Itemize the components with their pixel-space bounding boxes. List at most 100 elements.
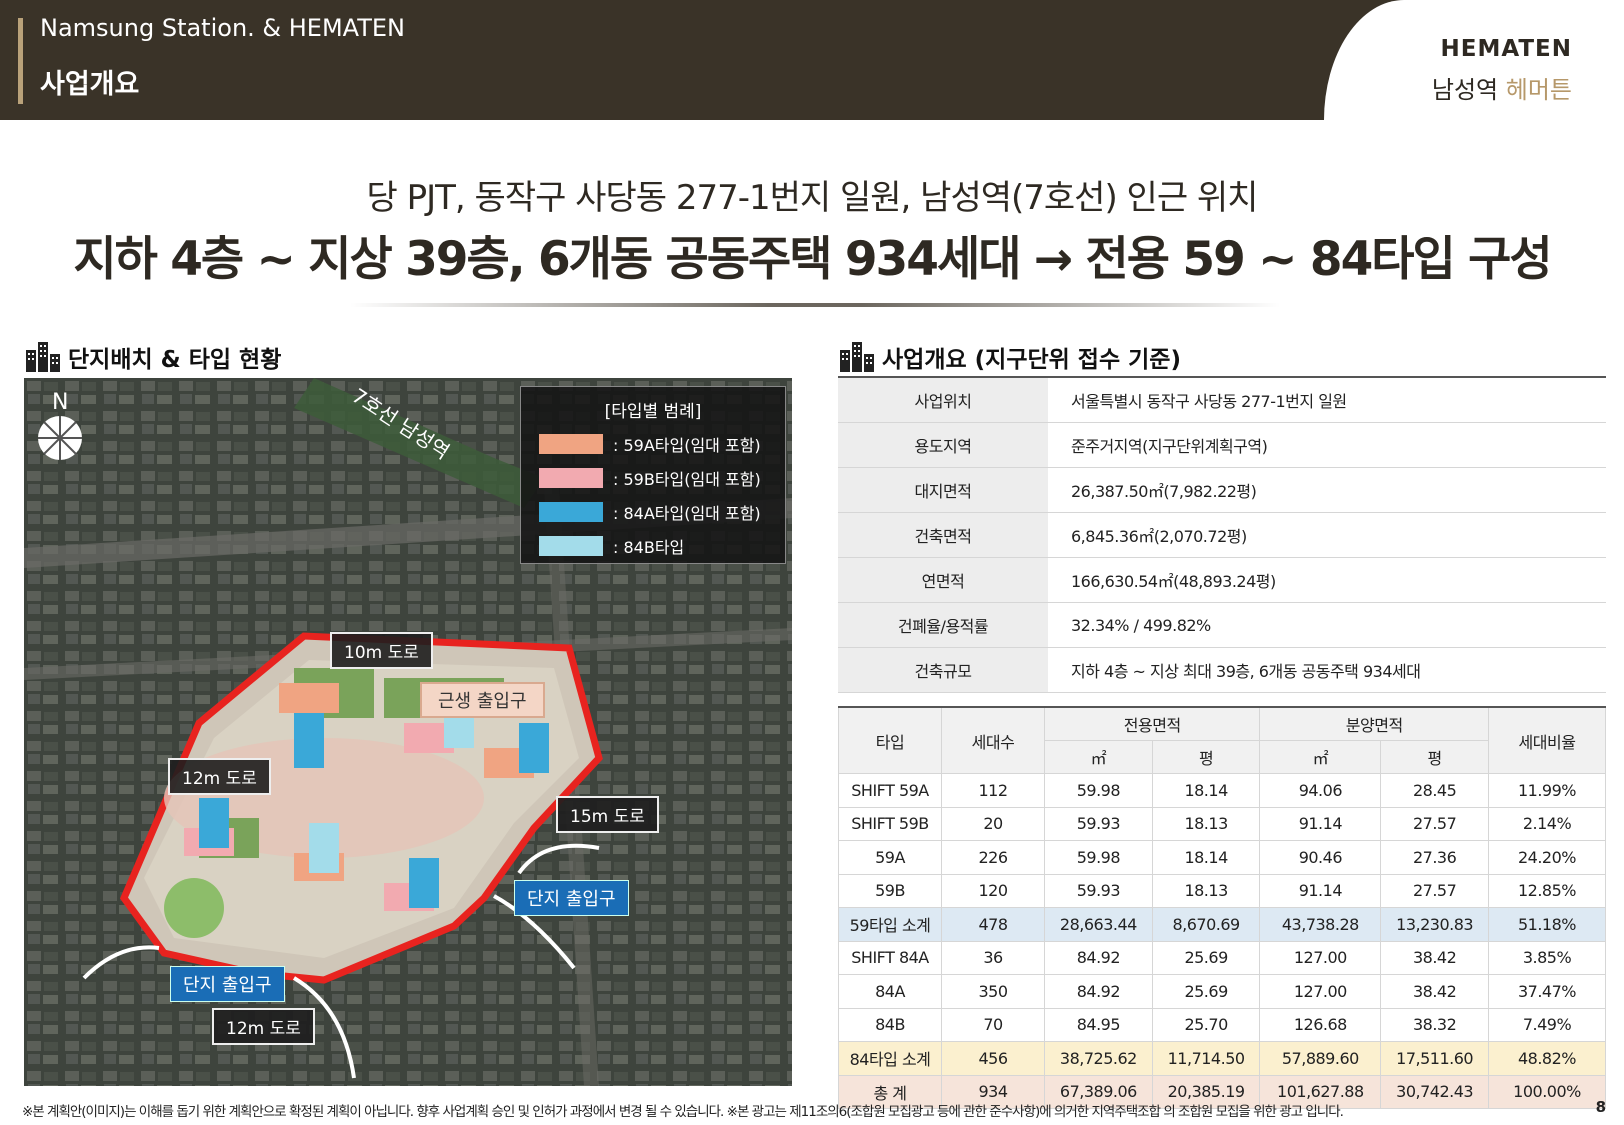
table-cell: 36 — [941, 940, 1045, 975]
table-cell: 350 — [941, 974, 1045, 1009]
overview-key: 연면적 — [838, 557, 1049, 603]
brand-station: 남성역 — [1431, 76, 1499, 104]
unit-type-table: 타입 세대수 전용면적 분양면적 세대비율 ㎡ 평 ㎡ 평 SHIFT 59A 1… — [838, 706, 1606, 1109]
headline-location: 당 PJT, 동작구 사당동 277-1번지 일원, 남성역(7호선) 인근 위… — [366, 178, 1259, 218]
complex-entrance-label-east: 단지 출입구 — [514, 880, 629, 916]
table-cell: 94.06 — [1259, 773, 1382, 808]
overview-key: 용도지역 — [838, 422, 1049, 468]
section-title-overview: 사업개요 (지구단위 접수 기준) — [840, 340, 1181, 374]
overview-value: 서울특별시 동작구 사당동 277-1번지 일원 — [1048, 376, 1606, 423]
legend-item-84b: : 84B타입 — [539, 534, 785, 558]
table-cell: 11,714.50 — [1151, 1041, 1261, 1076]
overview-value: 6,845.36㎡(2,070.72평) — [1048, 512, 1606, 558]
headline-scale: 지하 4층 ~ 지상 39층, 6개동 공동주택 934세대 → 전용 59 ~… — [73, 232, 1552, 287]
table-cell: 127.00 — [1259, 940, 1382, 975]
col-exclusive-m2: ㎡ — [1044, 740, 1153, 774]
legend-label: : 59A타입(임대 포함) — [613, 436, 761, 455]
header-subtitle: Namsung Station. & HEMATEN — [40, 14, 406, 42]
table-cell: 91.14 — [1259, 873, 1382, 908]
table-cell: 12.85% — [1488, 873, 1606, 908]
overview-value: 26,387.50㎡(7,982.22평) — [1048, 467, 1606, 513]
page-number: 8 — [1595, 1098, 1606, 1116]
table-cell: 38.42 — [1380, 940, 1489, 975]
table-cell: 84.92 — [1044, 940, 1153, 975]
table-cell: 84.92 — [1044, 974, 1153, 1009]
overview-key: 건축규모 — [838, 647, 1049, 693]
table-cell: 8,670.69 — [1151, 907, 1261, 942]
brand-logo-ko: 남성역 헤머튼 — [1432, 70, 1572, 105]
header-title: 사업개요 — [40, 69, 140, 100]
table-cell: 25.70 — [1151, 1007, 1261, 1042]
table-cell: 84타입 소계 — [838, 1041, 942, 1076]
table-row: SHIFT 59B 20 59.93 18.13 91.14 27.57 2.14% — [838, 806, 1606, 841]
table-cell: 120 — [941, 873, 1045, 908]
table-cell: 84.95 — [1044, 1007, 1153, 1042]
retail-entrance-label: 근생 출입구 — [420, 682, 545, 718]
table-cell: 59.93 — [1044, 873, 1153, 908]
table-row: 59타입 소계 478 28,663.44 8,670.69 43,738.28 13,2… — [838, 907, 1606, 942]
table-cell: 59타입 소계 — [838, 907, 942, 942]
table-row: 59A 226 59.98 18.14 90.46 27.36 24.20% — [838, 840, 1606, 875]
table-cell: 48.82% — [1488, 1041, 1606, 1076]
overview-table: 사업위치 서울특별시 동작구 사당동 277-1번지 일원 용도지역 준주거지역(지… — [838, 376, 1606, 693]
table-row: 연면적 166,630.54㎡(48,893.24평) — [838, 557, 1606, 603]
table-cell: 25.69 — [1151, 940, 1261, 975]
legend-item-84a: : 84A타입(임대 포함) — [539, 500, 785, 524]
table-cell: 38.32 — [1380, 1007, 1489, 1042]
table-cell: 100.00% — [1488, 1074, 1606, 1109]
road-label-10m: 10m 도로 — [330, 632, 433, 669]
table-row: 59B 120 59.93 18.13 91.14 27.57 12.85% — [838, 873, 1606, 908]
col-sale-area: 분양면적 — [1259, 706, 1489, 741]
col-type: 타입 — [838, 706, 942, 774]
col-sale-pyeong: 평 — [1380, 740, 1489, 774]
table-cell: 18.13 — [1151, 806, 1261, 841]
table-cell: 91.14 — [1259, 806, 1382, 841]
col-exclusive-area: 전용면적 — [1043, 706, 1261, 741]
table-cell: 30,742.43 — [1380, 1074, 1489, 1109]
table-row: 84A 350 84.92 25.69 127.00 38.42 37.47% — [838, 974, 1606, 1009]
overview-value: 32.34% / 499.82% — [1048, 602, 1606, 648]
table-cell: 59.93 — [1044, 806, 1153, 841]
overview-key: 건폐율/용적률 — [838, 602, 1049, 648]
table-cell: 59B — [838, 873, 942, 908]
table-cell: 126.68 — [1259, 1007, 1382, 1042]
legend-label: : 59B타입(임대 포함) — [613, 470, 761, 489]
table-cell: 37.47% — [1488, 974, 1606, 1009]
legend-label: : 84A타입(임대 포함) — [613, 504, 761, 523]
table-cell: 57,889.60 — [1259, 1041, 1382, 1076]
table-row: SHIFT 84A 36 84.92 25.69 127.00 38.42 3.85% — [838, 940, 1606, 975]
col-exclusive-pyeong: 평 — [1151, 740, 1261, 774]
table-cell: 112 — [941, 773, 1045, 808]
table-cell: 59A — [838, 840, 942, 875]
section-title-text: 사업개요 (지구단위 접수 기준) — [882, 347, 1181, 373]
legend-item-59b: : 59B타입(임대 포함) — [539, 466, 785, 490]
overview-key: 건축면적 — [838, 512, 1049, 558]
table-row: 84B 70 84.95 25.70 126.68 38.32 7.49% — [838, 1007, 1606, 1042]
legend-item-59a: : 59A타입(임대 포함) — [539, 432, 785, 456]
table-row: 사업위치 서울특별시 동작구 사당동 277-1번지 일원 — [838, 376, 1606, 423]
overview-key: 대지면적 — [838, 467, 1049, 513]
headline-divider — [350, 303, 1280, 307]
table-row: 건축면적 6,845.36㎡(2,070.72평) — [838, 512, 1606, 558]
disclaimer-footnote: ※본 계획안(이미지)는 이해를 돕기 위한 계획안으로 확정된 계획이 아닙니… — [22, 1104, 1344, 1120]
table-cell: 27.36 — [1380, 840, 1489, 875]
table-row: 건폐율/용적률 32.34% / 499.82% — [838, 602, 1606, 648]
table-cell: 27.57 — [1380, 873, 1489, 908]
overview-value: 지하 4층 ~ 지상 최대 39층, 6개동 공동주택 934세대 — [1048, 647, 1606, 693]
table-cell: 24.20% — [1488, 840, 1606, 875]
table-header-row: 타입 세대수 전용면적 분양면적 세대비율 — [838, 706, 1606, 774]
table-cell: 25.69 — [1151, 974, 1261, 1009]
brand-logo-en: HEMATEN — [1440, 36, 1572, 62]
header-bar: Namsung Station. & HEMATEN 사업개요 HEMATEN … — [0, 0, 1624, 120]
table-cell: 90.46 — [1259, 840, 1382, 875]
table-cell: SHIFT 84A — [838, 940, 942, 975]
table-cell: 84B — [838, 1007, 942, 1042]
legend-label: : 84B타입 — [613, 538, 685, 557]
road-label-12m-west: 12m 도로 — [168, 758, 271, 795]
header-accent-line — [18, 18, 23, 104]
col-sale-m2: ㎡ — [1259, 740, 1382, 774]
table-cell: 38.42 — [1380, 974, 1489, 1009]
road-label-12m-south: 12m 도로 — [212, 1008, 315, 1045]
table-cell: 28.45 — [1380, 773, 1489, 808]
complex-entrance-label-west: 단지 출입구 — [170, 966, 285, 1002]
